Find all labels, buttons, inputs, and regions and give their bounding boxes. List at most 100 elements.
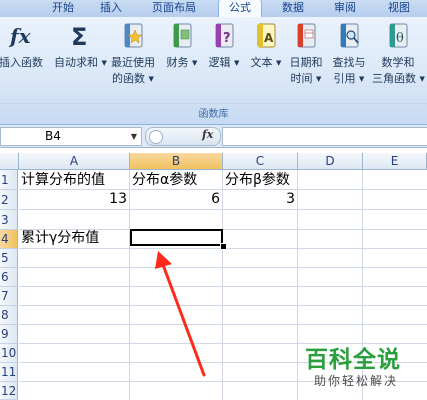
- row-header[interactable]: 10: [0, 344, 18, 363]
- select-all-corner[interactable]: [0, 153, 19, 170]
- question-book-icon: ?: [206, 21, 242, 55]
- tab-page-layout[interactable]: 页面布局: [136, 0, 212, 17]
- svg-text:A: A: [264, 31, 274, 45]
- formula-input[interactable]: [222, 127, 427, 146]
- row-header[interactable]: 1: [0, 170, 18, 190]
- logical-button[interactable]: ? 逻辑 ▼: [206, 21, 242, 71]
- dropdown-arrow-icon: ▼: [192, 59, 198, 67]
- column-header-a[interactable]: A: [19, 153, 130, 170]
- gridline: [129, 170, 130, 400]
- row-header[interactable]: 3: [0, 210, 18, 230]
- watermark-logo: 百科全说 助你轻松解决: [300, 340, 420, 396]
- watermark-subtitle: 助你轻松解决: [314, 374, 399, 388]
- cell-b2[interactable]: 6: [131, 190, 220, 209]
- text-book-icon: A: [248, 21, 284, 55]
- ribbon-panel: fx 插入函数 Σ 自动求和 ▼ 最近使用 的函数 ▼ 财务 ▼ ? 逻辑 ▼ …: [0, 17, 427, 125]
- row-header[interactable]: 8: [0, 306, 18, 325]
- cell-b1[interactable]: 分布α参数: [132, 171, 197, 190]
- gridline: [19, 305, 427, 306]
- fill-handle[interactable]: [220, 243, 227, 250]
- dropdown-arrow-icon: ▼: [276, 59, 282, 67]
- lookup-reference-label-1: 查找与: [332, 56, 366, 69]
- gridline: [19, 209, 427, 210]
- math-trig-button[interactable]: θ 数学和 三角函数 ▼: [372, 21, 425, 87]
- insert-function-button[interactable]: fx 插入函数: [0, 21, 46, 71]
- row-header[interactable]: 6: [0, 268, 18, 287]
- row-header[interactable]: 7: [0, 287, 18, 306]
- dropdown-arrow-icon: ▼: [234, 59, 240, 67]
- red-arrow-icon: [155, 251, 206, 377]
- cell-c1[interactable]: 分布β参数: [225, 171, 290, 190]
- recently-used-button[interactable]: 最近使用 的函数 ▼: [108, 21, 158, 87]
- sigma-icon: Σ: [54, 21, 106, 55]
- dropdown-arrow-icon: ▼: [148, 75, 154, 83]
- cell-a1[interactable]: 计算分布的值: [21, 171, 105, 190]
- tab-formulas[interactable]: 公式: [218, 0, 262, 18]
- cell-a4[interactable]: 累计γ分布值: [21, 229, 99, 248]
- financial-button[interactable]: 财务 ▼: [164, 21, 200, 71]
- active-cell-b4[interactable]: [130, 229, 223, 246]
- chevron-down-icon[interactable]: ▼: [131, 128, 137, 145]
- fx-icon: fx: [0, 21, 46, 55]
- dropdown-arrow-icon: ▼: [359, 75, 365, 83]
- row-header[interactable]: 2: [0, 190, 18, 210]
- calendar-book-icon: [286, 21, 326, 55]
- column-header-b[interactable]: B: [130, 153, 223, 170]
- gridline: [19, 286, 427, 287]
- dropdown-arrow-icon: ▼: [101, 59, 107, 67]
- tab-data[interactable]: 数据: [270, 0, 316, 17]
- recently-used-label-2: 的函数 ▼: [112, 72, 154, 85]
- group-label-function-library: 函数库: [198, 109, 229, 120]
- name-box[interactable]: B4 ▼: [0, 127, 142, 146]
- tab-insert[interactable]: 插入: [88, 0, 134, 17]
- svg-text:θ: θ: [396, 31, 404, 46]
- dropdown-arrow-icon: ▼: [316, 75, 322, 83]
- ribbon-tab-strip: 开始 插入 页面布局 公式 数据 审阅 视图: [0, 0, 427, 18]
- gridline: [19, 267, 427, 268]
- insert-function-icon[interactable]: fx: [202, 128, 213, 141]
- tab-review[interactable]: 审阅: [322, 0, 368, 17]
- svg-text:?: ?: [223, 31, 231, 46]
- math-trig-label-1: 数学和: [381, 56, 415, 69]
- formula-bar-controls: fx: [145, 127, 221, 146]
- tab-view[interactable]: 视图: [376, 0, 422, 17]
- svg-text:fx: fx: [8, 24, 32, 48]
- cell-a2[interactable]: 13: [20, 190, 127, 209]
- lookup-reference-button[interactable]: 查找与 引用 ▼: [328, 21, 370, 87]
- date-time-label-2: 时间 ▼: [290, 72, 322, 85]
- formula-bar: B4 ▼ fx: [0, 125, 427, 148]
- svg-text:Σ: Σ: [71, 23, 87, 51]
- lookup-reference-label-2: 引用 ▼: [333, 72, 365, 85]
- gridline: [222, 170, 223, 400]
- tab-home[interactable]: 开始: [40, 0, 86, 17]
- row-header[interactable]: 11: [0, 363, 18, 382]
- circle-icon[interactable]: [149, 130, 163, 144]
- autosum-button[interactable]: Σ 自动求和 ▼: [54, 21, 107, 71]
- insert-function-label: 插入函数: [0, 56, 43, 69]
- gridline: [297, 170, 298, 400]
- cell-c2[interactable]: 3: [224, 190, 295, 209]
- name-box-value: B4: [45, 129, 61, 143]
- text-button[interactable]: A 文本 ▼: [248, 21, 284, 71]
- column-header-d[interactable]: D: [298, 153, 363, 170]
- group-separator: [0, 103, 427, 104]
- dropdown-arrow-icon: ▼: [419, 75, 425, 83]
- math-trig-label-2: 三角函数 ▼: [372, 72, 425, 85]
- lookup-book-icon: [328, 21, 370, 55]
- row-header[interactable]: 5: [0, 249, 18, 268]
- row-header-selected[interactable]: 4: [0, 230, 18, 249]
- recently-used-label-1: 最近使用: [111, 56, 155, 69]
- autosum-label: 自动求和 ▼: [54, 56, 107, 69]
- column-header-e[interactable]: E: [363, 153, 427, 170]
- row-header[interactable]: 12: [0, 382, 18, 400]
- date-time-label-1: 日期和: [289, 56, 323, 69]
- row-header[interactable]: 9: [0, 325, 18, 344]
- star-book-icon: [108, 21, 158, 55]
- theta-book-icon: θ: [372, 21, 424, 55]
- watermark-title: 百科全说: [305, 347, 401, 373]
- column-header-c[interactable]: C: [223, 153, 298, 170]
- date-time-button[interactable]: 日期和 时间 ▼: [286, 21, 326, 87]
- logical-label: 逻辑 ▼: [208, 56, 240, 69]
- gridline: [19, 324, 427, 325]
- financial-label: 财务 ▼: [166, 56, 198, 69]
